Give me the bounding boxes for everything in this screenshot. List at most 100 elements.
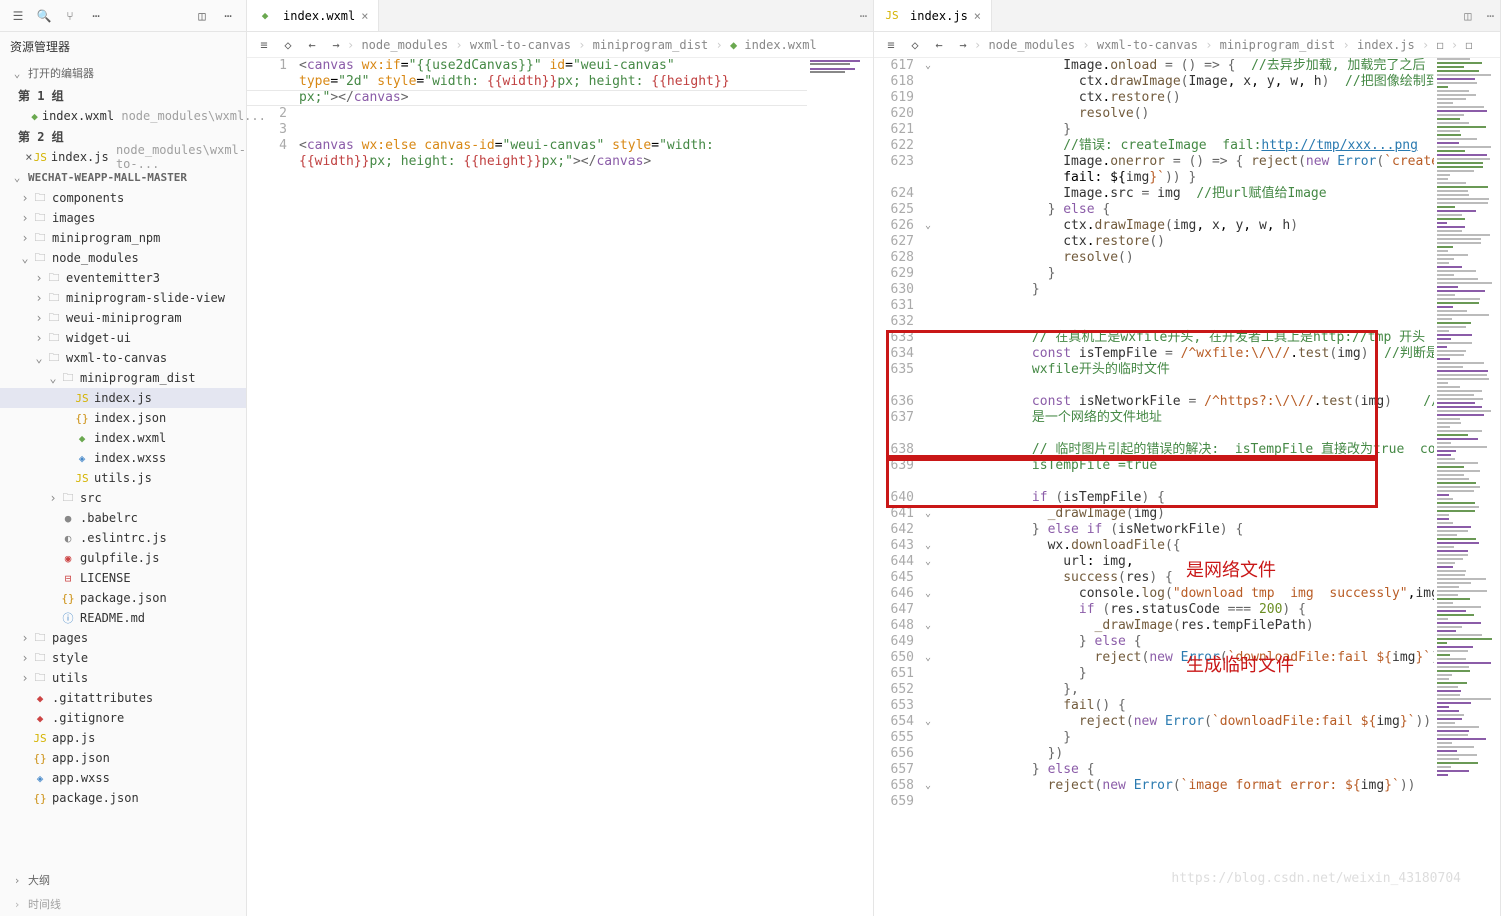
forward-icon[interactable]: → [327, 33, 345, 57]
gulp-icon: ◉ [60, 550, 76, 566]
tree-item-.gitattributes[interactable]: ◆.gitattributes [0, 688, 246, 708]
json-icon: {} [74, 410, 90, 426]
tree-item-package.json[interactable]: {}package.json [0, 788, 246, 808]
tree-item-README.md[interactable]: ⓘREADME.md [0, 608, 246, 628]
wxml-icon: ◆ [74, 430, 90, 446]
babel-icon: ● [60, 510, 76, 526]
minimap-1[interactable] [807, 58, 873, 916]
wxml-icon: ◆ [31, 108, 38, 124]
tree-item-index.wxss[interactable]: ◈index.wxss [0, 448, 246, 468]
tree-item-utils.js[interactable]: JSutils.js [0, 468, 246, 488]
tree-item-wxml-to-canvas[interactable]: ⌄🗀wxml-to-canvas [0, 348, 246, 368]
breadcrumb-1[interactable]: ≡ ◇ ← → › node_modules › wxml-to-canvas … [247, 32, 873, 58]
tree-item-weui-miniprogram[interactable]: ›🗀weui-miniprogram [0, 308, 246, 328]
outline-hdr[interactable]: ›大纲 [0, 868, 246, 892]
list-icon[interactable]: ≡ [255, 33, 273, 57]
minimap-2[interactable] [1434, 58, 1500, 916]
git-icon: ◆ [32, 710, 48, 726]
tree-item-LICENSE[interactable]: ⊟LICENSE [0, 568, 246, 588]
readme-icon: ⓘ [60, 610, 76, 626]
js-icon: JS [32, 730, 48, 746]
more-icon[interactable]: ⋯ [1487, 9, 1494, 23]
editor-2[interactable]: 6176186196206216226236246256266276286296… [874, 58, 1500, 916]
back-icon[interactable]: ← [930, 33, 948, 57]
js-icon: JS [884, 8, 900, 24]
sidebar-toolbar: ☰ 🔍 ⑂ ⋯ ◫ ⋯ [0, 0, 246, 32]
tabs-2: JSindex.js× ◫ ⋯ [874, 0, 1500, 32]
tree-item-app.json[interactable]: {}app.json [0, 748, 246, 768]
tab-wxml[interactable]: ◆index.wxml× [247, 0, 379, 31]
split-icon[interactable]: ◫ [190, 4, 214, 28]
folder-icon: 🗀 [32, 650, 48, 666]
tree-item-images[interactable]: ›🗀images [0, 208, 246, 228]
folder-icon: 🗀 [46, 310, 62, 326]
sidebar: ☰ 🔍 ⑂ ⋯ ◫ ⋯ 资源管理器 ⌄打开的编辑器 第 1 组 ◆index.w… [0, 0, 247, 916]
tree-item-miniprogram_dist[interactable]: ⌄🗀miniprogram_dist [0, 368, 246, 388]
wxss-icon: ◈ [74, 450, 90, 466]
menu-icon[interactable]: ☰ [6, 4, 30, 28]
editor-1[interactable]: 1234 <canvas wx:if="{{use2dCanvas}}" id=… [247, 58, 873, 916]
list-icon[interactable]: ≡ [882, 33, 900, 57]
folder-icon: 🗀 [46, 330, 62, 346]
git-icon: ◆ [32, 690, 48, 706]
json-icon: {} [60, 590, 76, 606]
tree-item-miniprogram-slide-view[interactable]: ›🗀miniprogram-slide-view [0, 288, 246, 308]
tree-item-index.wxml[interactable]: ◆index.wxml [0, 428, 246, 448]
group-1: 第 1 组 [0, 85, 246, 106]
tree-item-app.wxss[interactable]: ◈app.wxss [0, 768, 246, 788]
folder-icon: 🗀 [32, 670, 48, 686]
search-icon[interactable]: 🔍 [32, 4, 56, 28]
close-icon[interactable]: × [974, 9, 981, 23]
folder-icon: 🗀 [32, 230, 48, 246]
json-icon: {} [32, 750, 48, 766]
tree-item-app.js[interactable]: JSapp.js [0, 728, 246, 748]
breadcrumb-2[interactable]: ≡ ◇ ← → › node_modules › wxml-to-canvas … [874, 32, 1500, 58]
open-editors-hdr[interactable]: ⌄打开的编辑器 [0, 61, 246, 85]
folder-icon: 🗀 [46, 350, 62, 366]
js-icon: JS [74, 470, 90, 486]
close-icon[interactable]: × [361, 9, 368, 23]
more-icon[interactable]: ⋯ [216, 4, 240, 28]
wxml-icon: ◆ [257, 8, 273, 24]
branch-icon[interactable]: ⑂ [58, 4, 82, 28]
tree-item-miniprogram_npm[interactable]: ›🗀miniprogram_npm [0, 228, 246, 248]
tree-item-package.json[interactable]: {}package.json [0, 588, 246, 608]
tree-item-utils[interactable]: ›🗀utils [0, 668, 246, 688]
tree-item-node_modules[interactable]: ⌄🗀node_modules [0, 248, 246, 268]
folder-icon: 🗀 [32, 630, 48, 646]
tree-item-gulpfile.js[interactable]: ◉gulpfile.js [0, 548, 246, 568]
tree-item-style[interactable]: ›🗀style [0, 648, 246, 668]
js-icon: JS [34, 149, 47, 165]
bookmark-icon[interactable]: ◇ [279, 33, 297, 57]
tree-item-index.js[interactable]: JSindex.js [0, 388, 246, 408]
forward-icon[interactable]: → [954, 33, 972, 57]
tree-item-index.json[interactable]: {}index.json [0, 408, 246, 428]
split-icon[interactable]: ◫ [1464, 9, 1471, 23]
tab-js[interactable]: JSindex.js× [874, 0, 992, 31]
eslint-icon: ◐ [60, 530, 76, 546]
open-file-1[interactable]: ◆index.wxml node_modules\wxml... [0, 106, 246, 126]
folder-icon: 🗀 [46, 290, 62, 306]
folder-icon: 🗀 [32, 250, 48, 266]
js-icon: JS [74, 390, 90, 406]
more-icon[interactable]: ⋯ [860, 9, 867, 23]
tree-item-.babelrc[interactable]: ●.babelrc [0, 508, 246, 528]
tree-item-eventemitter3[interactable]: ›🗀eventemitter3 [0, 268, 246, 288]
wxss-icon: ◈ [32, 770, 48, 786]
folder-icon: 🗀 [32, 210, 48, 226]
dots-icon[interactable]: ⋯ [84, 4, 108, 28]
json-icon: {} [32, 790, 48, 806]
back-icon[interactable]: ← [303, 33, 321, 57]
tree-item-.eslintrc.js[interactable]: ◐.eslintrc.js [0, 528, 246, 548]
project-hdr[interactable]: ⌄WECHAT-WEAPP-MALL-MASTER [0, 167, 246, 188]
bookmark-icon[interactable]: ◇ [906, 33, 924, 57]
timeline-hdr[interactable]: ›时间线 [0, 892, 246, 916]
close-icon[interactable]: × [24, 150, 34, 164]
tree-item-components[interactable]: ›🗀components [0, 188, 246, 208]
open-file-2[interactable]: ×JSindex.js node_modules\wxml-to-... [0, 147, 246, 167]
tree-item-.gitignore[interactable]: ◆.gitignore [0, 708, 246, 728]
tree-item-widget-ui[interactable]: ›🗀widget-ui [0, 328, 246, 348]
folder-icon: 🗀 [46, 270, 62, 286]
tree-item-pages[interactable]: ›🗀pages [0, 628, 246, 648]
tree-item-src[interactable]: ›🗀src [0, 488, 246, 508]
